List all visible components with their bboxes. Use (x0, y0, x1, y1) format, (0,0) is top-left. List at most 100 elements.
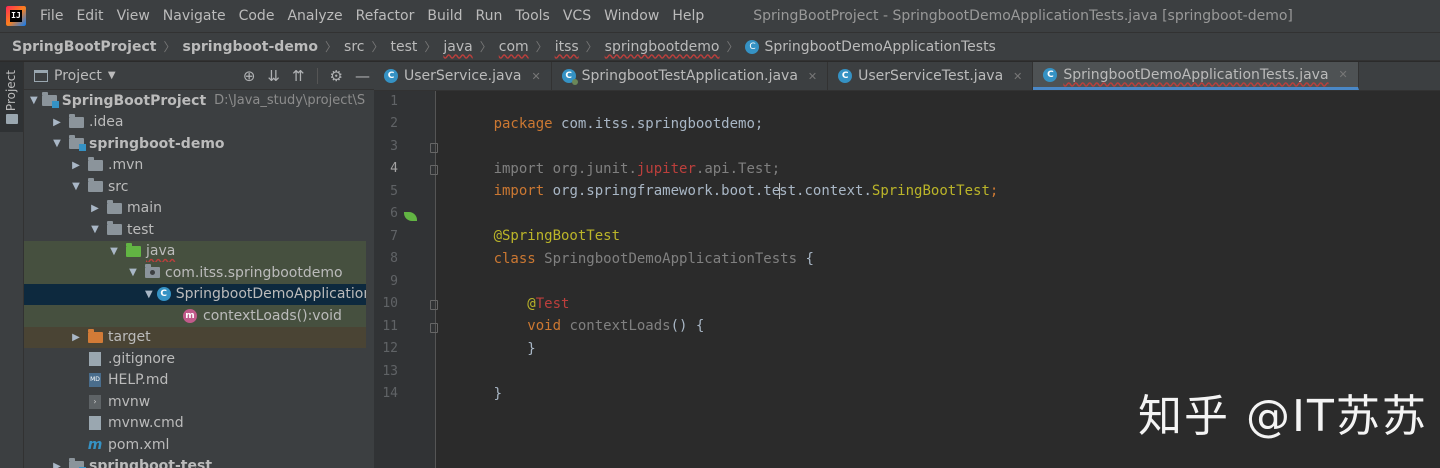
code-text: com.itss.springbootdemo; (552, 116, 764, 132)
chevron-right-icon[interactable]: ▶ (50, 461, 64, 468)
tab-userservicetest[interactable]: C UserServiceTest.java ✕ (828, 62, 1034, 90)
menu-file[interactable]: File (36, 8, 67, 24)
punctuation: } (493, 341, 536, 357)
chevron-down-icon[interactable]: ▼ (30, 95, 38, 106)
breadcrumb-src[interactable]: src (344, 39, 364, 55)
chevron-down-icon[interactable]: ▼ (88, 224, 102, 235)
breadcrumb-itss[interactable]: itss (555, 39, 579, 55)
hide-panel-icon[interactable]: — (355, 67, 370, 85)
class-name: SpringbootDemoApplicationTests (535, 251, 798, 267)
breadcrumb-module[interactable]: springboot-demo (182, 39, 318, 55)
menu-run[interactable]: Run (472, 8, 507, 24)
tab-springboottestapplication[interactable]: C SpringbootTestApplication.java ✕ (552, 62, 829, 90)
menu-edit[interactable]: Edit (72, 8, 107, 24)
tree-item-springbootproject[interactable]: ▼ SpringBootProject D:\Java_study\projec… (24, 90, 374, 112)
package-icon (144, 264, 160, 280)
tree-item-pom-xml[interactable]: m pom.xml (24, 434, 374, 456)
tree-item-label: java (146, 243, 176, 260)
spring-bean-leaf-icon[interactable] (404, 212, 417, 221)
class-icon: C (156, 287, 171, 302)
chevron-down-icon[interactable]: ▼ (107, 246, 121, 257)
tree-item-src[interactable]: ▼ src (24, 176, 374, 198)
menu-code[interactable]: Code (235, 8, 279, 24)
close-icon[interactable]: ✕ (1013, 70, 1022, 83)
code-line-11: } (443, 316, 535, 357)
tree-item-test[interactable]: ▼ test (24, 219, 374, 241)
tab-springbootdemoapplicationtests[interactable]: C SpringbootDemoApplicationTests.java ✕ (1033, 62, 1359, 90)
chevron-right-icon[interactable]: ▶ (69, 332, 83, 343)
menu-navigate[interactable]: Navigate (159, 8, 230, 24)
code-line-3: import org.junit.jupiter.api.Test; (443, 136, 781, 177)
fold-marker-icon[interactable] (430, 323, 438, 333)
tree-item-mvnw-cmd[interactable]: mvnw.cmd (24, 413, 374, 435)
menu-help[interactable]: Help (668, 8, 708, 24)
menu-view[interactable]: View (113, 8, 154, 24)
breadcrumb-java[interactable]: java (443, 39, 472, 55)
chevron-right-icon[interactable]: ▶ (69, 160, 83, 171)
menu-tools[interactable]: Tools (511, 8, 554, 24)
close-icon[interactable]: ✕ (808, 70, 817, 83)
project-panel-scrollbar[interactable] (366, 90, 374, 468)
close-icon[interactable]: ✕ (531, 70, 540, 83)
locate-icon[interactable]: ⊕ (243, 67, 256, 85)
menu-vcs[interactable]: VCS (559, 8, 595, 24)
line-number: 7 (390, 229, 398, 244)
class-icon: C (1043, 67, 1058, 82)
chevron-down-icon[interactable]: ▼ (69, 181, 83, 192)
folder-icon (106, 221, 122, 237)
tree-item-gitignore[interactable]: .gitignore (24, 348, 374, 370)
menu-window[interactable]: Window (600, 8, 663, 24)
method-name: contextLoads (561, 318, 671, 334)
tree-item-target[interactable]: ▶ target (24, 326, 374, 348)
chevron-down-icon[interactable]: ▼ (145, 289, 153, 300)
fold-marker-icon[interactable] (430, 165, 438, 175)
line-number: 3 (390, 139, 398, 154)
tree-item-label: mvnw.cmd (108, 415, 184, 432)
menu-refactor[interactable]: Refactor (352, 8, 419, 24)
tree-item-method[interactable]: m contextLoads():void (24, 305, 374, 327)
collapse-all-icon[interactable]: ⇈ (292, 67, 305, 85)
project-panel-title[interactable]: Project (54, 68, 102, 84)
close-icon[interactable]: ✕ (1339, 68, 1348, 81)
tool-window-strip: Project (0, 62, 24, 468)
fold-marker-icon[interactable] (430, 300, 438, 310)
line-number: 2 (390, 116, 398, 131)
project-tool-tab[interactable]: Project (0, 62, 23, 132)
tree-item-mvnw[interactable]: › mvnw (24, 391, 374, 413)
chevron-right-icon[interactable]: ▶ (88, 203, 102, 214)
tree-item-springboot-demo[interactable]: ▼ springboot-demo (24, 133, 374, 155)
code-line-9: @Test (443, 271, 569, 312)
breadcrumb-springbootdemo[interactable]: springbootdemo (605, 39, 720, 55)
breadcrumb-project[interactable]: SpringBootProject (12, 39, 156, 55)
breadcrumb-test[interactable]: test (391, 39, 418, 55)
expand-all-icon[interactable]: ⇊ (267, 67, 280, 85)
tree-item-label: .idea (89, 114, 124, 131)
folder-icon (87, 156, 103, 172)
fold-marker-icon[interactable] (430, 143, 438, 153)
tree-item-mvn[interactable]: ▶ .mvn (24, 155, 374, 177)
breadcrumb-com[interactable]: com (499, 39, 529, 55)
menu-build[interactable]: Build (423, 8, 466, 24)
tree-item-springboot-test[interactable]: ▶ springboot-test (24, 456, 374, 468)
punctuation: ; (989, 183, 999, 199)
punctuation: } (493, 386, 503, 402)
gear-icon[interactable]: ⚙ (330, 67, 343, 85)
tree-item-java[interactable]: ▼ java (24, 240, 374, 262)
breadcrumb-separator-icon: 〉 (585, 40, 598, 54)
project-tool-label: Project (4, 70, 18, 112)
breadcrumb-class[interactable]: SpringbootDemoApplicationTests (764, 39, 995, 55)
tree-item-package[interactable]: ▼ com.itss.springbootdemo (24, 262, 374, 284)
chevron-right-icon[interactable]: ▶ (50, 117, 64, 128)
tab-userservice[interactable]: C UserService.java ✕ (374, 62, 552, 90)
tree-item-test-class[interactable]: ▼ C SpringbootDemoApplicationTests (24, 283, 374, 305)
tree-item-idea[interactable]: ▶ .idea (24, 112, 374, 134)
tree-item-help-md[interactable]: MD HELP.md (24, 370, 374, 392)
intellij-logo-icon[interactable]: IJ (6, 6, 26, 26)
chevron-down-icon[interactable]: ▼ (50, 138, 64, 149)
tree-item-main[interactable]: ▶ main (24, 198, 374, 220)
menu-analyze[interactable]: Analyze (283, 8, 346, 24)
chevron-down-icon[interactable]: ▼ (108, 70, 116, 81)
chevron-down-icon[interactable]: ▼ (126, 267, 140, 278)
project-panel-toolbar: ⊕ ⇊ ⇈ ⚙ — (243, 62, 370, 90)
tab-label: UserServiceTest.java (858, 68, 1004, 84)
